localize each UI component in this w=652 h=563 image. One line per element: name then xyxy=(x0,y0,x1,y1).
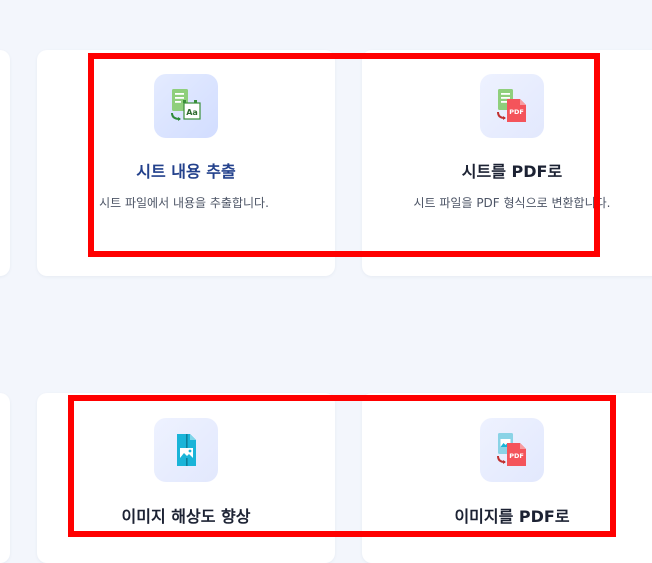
icon-tile: PDF xyxy=(480,418,544,482)
icon-tile: PDF xyxy=(480,74,544,138)
svg-text:PDF: PDF xyxy=(509,452,524,460)
sheet-extract-icon: Aa xyxy=(171,89,201,121)
card-image-upscale[interactable]: 이미지 해상도 향상 xyxy=(37,393,335,563)
sheet-to-pdf-icon: PDF xyxy=(497,89,526,122)
card-title: 이미지를 PDF로 xyxy=(454,507,570,526)
card-extract-sheet-content[interactable]: Aa 시트 내용 추출 시트 파일에서 내용을 추출합니다. xyxy=(37,50,335,276)
card-description: 시트 파일을 PDF 형식으로 변환합니다. xyxy=(413,196,611,210)
card-partial-left-row1[interactable] xyxy=(0,50,10,276)
card-image-to-pdf[interactable]: PDF 이미지를 PDF로 xyxy=(362,393,652,563)
image-to-pdf-icon: PDF xyxy=(497,433,526,466)
card-partial-left-row2[interactable] xyxy=(0,393,10,563)
card-title: 시트 내용 추출 xyxy=(136,162,236,181)
card-title: 시트를 PDF로 xyxy=(461,162,563,181)
card-sheet-to-pdf[interactable]: PDF 시트를 PDF로 시트 파일을 PDF 형식으로 변환합니다. xyxy=(362,50,652,276)
svg-text:PDF: PDF xyxy=(509,108,524,116)
card-description: 시트 파일에서 내용을 추출합니다. xyxy=(99,196,269,210)
icon-tile xyxy=(154,418,218,482)
card-title: 이미지 해상도 향상 xyxy=(121,507,251,526)
icon-tile: Aa xyxy=(154,74,218,138)
image-enhance-icon xyxy=(177,434,196,466)
svg-text:Aa: Aa xyxy=(186,108,198,117)
